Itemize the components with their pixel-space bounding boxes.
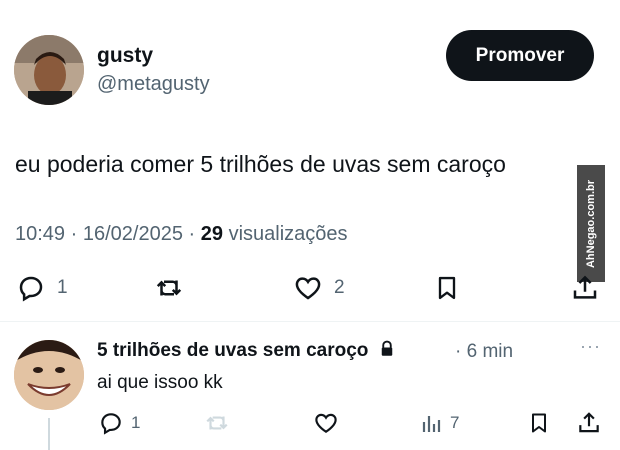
bookmark-icon — [532, 413, 546, 433]
reply-author-name-text[interactable]: 5 trilhões de uvas sem caroço — [97, 340, 368, 361]
author-handle[interactable]: @metagusty — [97, 73, 210, 96]
promote-button[interactable]: Promover — [446, 30, 594, 81]
bookmark-icon — [438, 276, 456, 300]
divider — [0, 321, 620, 322]
reply-timestamp[interactable]: · 6 min — [455, 341, 513, 363]
repost-icon — [206, 416, 228, 430]
post-time[interactable]: 10:49 — [15, 223, 65, 245]
reply-author-avatar[interactable] — [14, 340, 84, 410]
reply-author-name[interactable]: 5 trilhões de uvas sem caroço — [97, 340, 396, 362]
reply-views-count: 7 — [450, 413, 460, 432]
views-count: 29 — [200, 223, 224, 245]
bookmark-button[interactable] — [433, 272, 461, 304]
reply-text: ai que issoo kk — [97, 372, 223, 393]
watermark: AhNegao.com.br — [577, 165, 605, 282]
analytics-icon — [422, 416, 441, 432]
meta-separator: · — [70, 223, 78, 245]
heart-icon — [295, 277, 321, 300]
reply-separator: · — [455, 341, 462, 362]
thread-line — [48, 418, 50, 450]
like-count: 2 — [334, 277, 345, 298]
reply-reply-button[interactable]: 1 — [97, 410, 140, 436]
more-options-icon[interactable]: ··· — [580, 336, 601, 357]
watermark-text: AhNegao.com.br — [585, 179, 598, 268]
reply-icon — [101, 413, 121, 435]
meta-separator: · — [188, 223, 196, 245]
author-avatar[interactable] — [14, 35, 84, 105]
reply-views-button[interactable]: 7 — [420, 410, 459, 436]
heart-icon — [315, 413, 337, 433]
repost-icon — [156, 280, 182, 296]
lock-icon — [381, 340, 392, 356]
reply-like-button[interactable] — [312, 410, 340, 436]
post-date[interactable]: 16/02/2025 — [83, 223, 183, 245]
share-icon — [573, 275, 597, 299]
share-button[interactable] — [570, 272, 600, 304]
reply-count: 1 — [57, 277, 68, 298]
reply-repost-button — [203, 410, 231, 436]
views-label: visualizações — [228, 223, 348, 245]
reply-share-button[interactable] — [576, 409, 602, 437]
reply-time[interactable]: 6 min — [467, 341, 513, 362]
repost-button[interactable] — [152, 273, 186, 303]
post-text: eu poderia comer 5 trilhões de uvas sem … — [15, 151, 506, 177]
share-icon — [579, 412, 599, 433]
post-meta: 10:49 · 16/02/2025 · 29 visualizações — [15, 223, 348, 246]
reply-bookmark-button[interactable] — [527, 409, 551, 437]
like-button[interactable]: 2 — [292, 273, 345, 303]
author-name[interactable]: gusty — [97, 44, 153, 68]
reply-icon — [19, 276, 43, 302]
reply-reply-count: 1 — [131, 413, 141, 432]
reply-button[interactable]: 1 — [15, 273, 68, 303]
